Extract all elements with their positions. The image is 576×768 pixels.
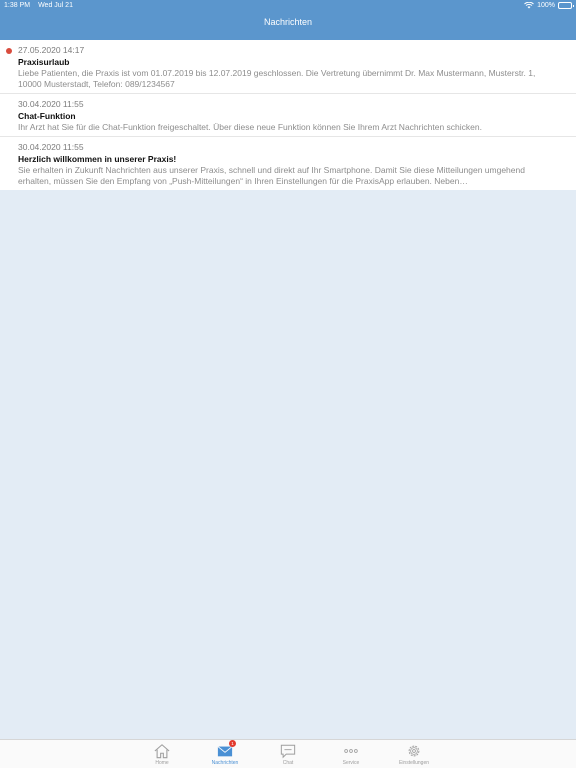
- tab-label: Nachrichten: [211, 760, 239, 766]
- message-preview: Sie erhalten in Zukunft Nachrichten aus …: [18, 165, 525, 186]
- message-preview: Ihr Arzt hat Sie für die Chat-Funktion f…: [18, 122, 482, 132]
- tab-service[interactable]: Service: [327, 743, 375, 767]
- tab-label: Einstellungen: [398, 760, 430, 766]
- chat-bubble-icon: [280, 744, 296, 759]
- wifi-icon: [524, 2, 534, 9]
- tab-bar: Home 1 Nachrichten Chat Service Einstell…: [0, 739, 576, 768]
- top-bar: 1:38 PM Wed Jul 21 100% Nachrichten: [0, 0, 576, 40]
- status-bar: 1:38 PM Wed Jul 21 100%: [0, 0, 576, 11]
- tab-label: Chat: [282, 760, 294, 766]
- home-icon: [154, 744, 170, 759]
- page-title: Nachrichten: [263, 17, 313, 27]
- gear-icon: [408, 745, 420, 757]
- battery-percent: 100%: [537, 2, 555, 9]
- unread-dot-icon: [6, 48, 12, 54]
- tab-nachrichten[interactable]: 1 Nachrichten: [201, 740, 249, 767]
- message-item[interactable]: 30.04.2020 11:55 Chat-Funktion Ihr Arzt …: [0, 94, 576, 137]
- message-date: 27.05.2020 14:17: [18, 45, 85, 55]
- message-title: Herzlich willkommen in unserer Praxis!: [18, 154, 177, 164]
- message-date: 30.04.2020 11:55: [18, 99, 84, 109]
- unread-badge: 1: [229, 740, 236, 747]
- status-time: 1:38 PM: [4, 2, 31, 9]
- status-date: Wed Jul 21: [38, 2, 73, 9]
- message-date: 30.04.2020 11:55: [18, 142, 84, 152]
- message-title: Praxisurlaub: [18, 57, 70, 67]
- tab-einstellungen[interactable]: Einstellungen: [390, 743, 438, 767]
- message-list: 27.05.2020 14:17 Praxisurlaub Liebe Pati…: [0, 40, 576, 190]
- tab-home[interactable]: Home: [138, 743, 186, 767]
- message-preview: Liebe Patienten, die Praxis ist vom 01.0…: [18, 68, 536, 89]
- message-item[interactable]: 27.05.2020 14:17 Praxisurlaub Liebe Pati…: [0, 40, 576, 94]
- tab-label: Service: [342, 760, 360, 766]
- tab-label: Home: [155, 760, 169, 766]
- battery-icon: [558, 2, 574, 9]
- message-title: Chat-Funktion: [18, 111, 76, 121]
- more-dots-icon: [344, 749, 358, 753]
- tab-chat[interactable]: Chat: [264, 743, 312, 767]
- message-item[interactable]: 30.04.2020 11:55 Herzlich willkommen in …: [0, 137, 576, 190]
